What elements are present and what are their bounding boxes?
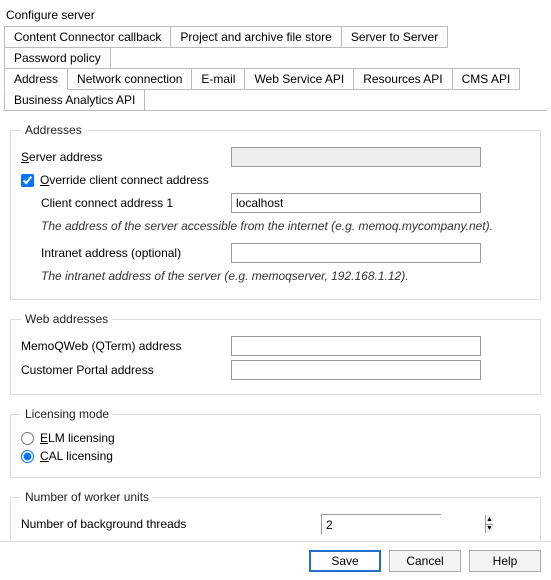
portal-input[interactable] <box>231 360 481 380</box>
tab-cms-api[interactable]: CMS API <box>452 68 521 90</box>
server-address-label: Server address <box>21 150 231 164</box>
tab-content: Addresses Server address Override client… <box>4 110 547 565</box>
tab-business-analytics[interactable]: Business Analytics API <box>4 89 145 111</box>
qterm-input[interactable] <box>231 336 481 356</box>
tab-server-to-server[interactable]: Server to Server <box>341 26 448 48</box>
intranet-input[interactable] <box>231 243 481 263</box>
group-web-addresses: Web addresses MemoQWeb (QTerm) address C… <box>10 312 541 395</box>
tab-row-1: Content Connector callback Project and a… <box>0 26 551 68</box>
portal-label: Customer Portal address <box>21 363 231 377</box>
tab-network-connection[interactable]: Network connection <box>67 68 192 90</box>
spin-up-icon[interactable]: ▲ <box>486 515 493 525</box>
dialog-footer: Save Cancel Help <box>0 541 551 580</box>
save-button[interactable]: Save <box>309 550 381 572</box>
tab-address[interactable]: Address <box>4 68 68 90</box>
group-licensing-legend: Licensing mode <box>21 407 113 421</box>
threads-input[interactable] <box>322 515 485 535</box>
help-button[interactable]: Help <box>469 550 541 572</box>
intranet-label: Intranet address (optional) <box>21 246 231 260</box>
tab-project-archive[interactable]: Project and archive file store <box>170 26 341 48</box>
group-addresses: Addresses Server address Override client… <box>10 123 541 300</box>
tab-row-2: Address Network connection E-mail Web Se… <box>0 68 551 110</box>
group-addresses-legend: Addresses <box>21 123 86 137</box>
override-checkbox[interactable] <box>21 174 34 187</box>
cal-radio[interactable] <box>21 450 34 463</box>
group-web-legend: Web addresses <box>21 312 112 326</box>
server-address-input <box>231 147 481 167</box>
elm-radio[interactable] <box>21 432 34 445</box>
qterm-label: MemoQWeb (QTerm) address <box>21 339 231 353</box>
override-label: Override client connect address <box>40 173 209 187</box>
tab-email[interactable]: E-mail <box>191 68 245 90</box>
spin-down-icon[interactable]: ▼ <box>486 525 493 534</box>
threads-label: Number of background threads <box>21 517 321 531</box>
tab-resources-api[interactable]: Resources API <box>353 68 452 90</box>
cancel-button[interactable]: Cancel <box>389 550 461 572</box>
elm-label: ELM licensing <box>40 431 115 445</box>
group-licensing: Licensing mode ELM licensing CAL licensi… <box>10 407 541 478</box>
cal-radio-row[interactable]: CAL licensing <box>21 449 530 463</box>
elm-radio-row[interactable]: ELM licensing <box>21 431 530 445</box>
tab-content-connector[interactable]: Content Connector callback <box>4 26 171 48</box>
tab-web-service-api[interactable]: Web Service API <box>244 68 354 90</box>
window-title: Configure server <box>0 0 551 26</box>
group-workers-legend: Number of worker units <box>21 490 153 504</box>
client-connect-label: Client connect address 1 <box>21 196 231 210</box>
intranet-hint: The intranet address of the server (e.g.… <box>21 267 530 289</box>
threads-spinner[interactable]: ▲ ▼ <box>321 514 441 534</box>
tab-password-policy[interactable]: Password policy <box>4 47 111 69</box>
client-connect-input[interactable] <box>231 193 481 213</box>
client-connect-hint: The address of the server accessible fro… <box>21 217 530 239</box>
cal-label: CAL licensing <box>40 449 113 463</box>
